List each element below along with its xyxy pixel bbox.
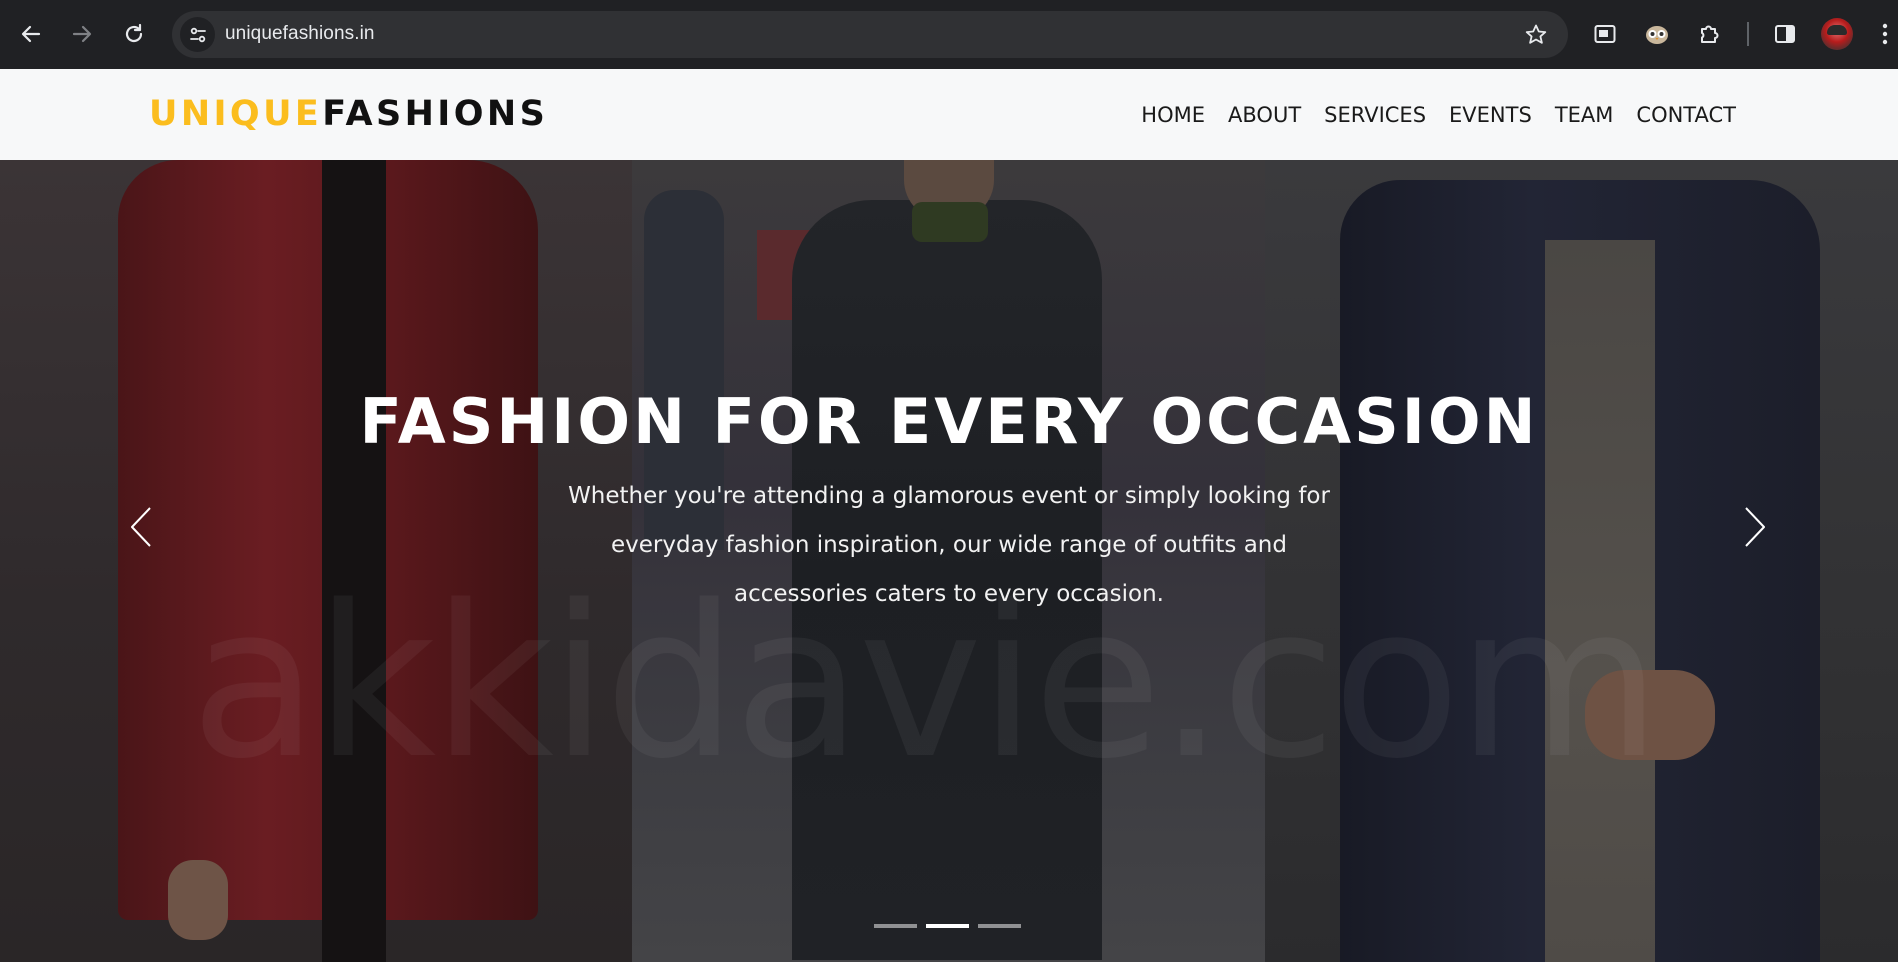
toolbar-separator	[1747, 22, 1749, 46]
hero-carousel: akkidavie.com FASHION FOR EVERY OCCASION…	[0, 160, 1898, 962]
site-info-button[interactable]	[180, 17, 215, 52]
site-logo[interactable]: UNIQUEFASHIONS	[149, 93, 548, 135]
nav-about[interactable]: ABOUT	[1228, 101, 1301, 129]
more-menu-button[interactable]	[1872, 14, 1898, 54]
chevron-left-icon	[131, 507, 151, 547]
extension-owl-icon	[1646, 26, 1668, 44]
side-panel-icon	[1775, 25, 1795, 43]
carousel-next-button[interactable]	[1730, 492, 1780, 562]
reload-button[interactable]	[114, 14, 154, 54]
profile-avatar[interactable]	[1821, 18, 1853, 50]
forward-button[interactable]	[62, 14, 102, 54]
site-info-icon	[189, 27, 206, 42]
extensions-puzzle-icon	[1701, 25, 1719, 43]
side-panel-button[interactable]	[1765, 14, 1805, 54]
back-button[interactable]	[11, 14, 51, 54]
nav-home[interactable]: HOME	[1141, 101, 1205, 129]
main-nav: HOME ABOUT SERVICES EVENTS TEAM CONTACT	[1118, 101, 1736, 129]
reload-icon	[125, 23, 143, 43]
site-header: UNIQUEFASHIONS HOME ABOUT SERVICES EVENT…	[0, 69, 1898, 160]
carousel-indicator-1[interactable]	[874, 924, 917, 928]
picture-in-picture-icon	[1594, 25, 1616, 43]
carousel-indicator-3[interactable]	[978, 924, 1021, 928]
nav-team[interactable]: TEAM	[1555, 101, 1614, 129]
bookmark-star-button[interactable]	[1524, 23, 1548, 47]
carousel-indicators	[874, 924, 1021, 928]
hero-description: Whether you're attending a glamorous eve…	[568, 483, 1330, 607]
star-icon	[1525, 24, 1547, 44]
carousel-indicator-2[interactable]	[926, 924, 969, 928]
address-bar[interactable]: uniquefashions.in	[172, 11, 1568, 58]
hero-title: FASHION FOR EVERY OCCASION	[359, 385, 1539, 458]
nav-services[interactable]: SERVICES	[1324, 101, 1426, 129]
logo-fashions: FASHIONS	[322, 94, 549, 134]
nav-contact[interactable]: CONTACT	[1636, 101, 1736, 129]
extensions-button[interactable]	[1689, 14, 1729, 54]
carousel-prev-button[interactable]	[116, 492, 166, 562]
url-text[interactable]: uniquefashions.in	[225, 23, 375, 45]
extension-owl-button[interactable]	[1637, 14, 1677, 54]
more-menu-icon	[1882, 23, 1888, 45]
logo-unique: UNIQUE	[149, 94, 323, 134]
picture-in-picture-button[interactable]	[1585, 14, 1625, 54]
forward-icon	[72, 25, 92, 43]
browser-toolbar: uniquefashions.in	[0, 0, 1898, 69]
back-icon	[21, 25, 41, 43]
nav-events[interactable]: EVENTS	[1449, 101, 1532, 129]
chevron-right-icon	[1745, 507, 1765, 547]
